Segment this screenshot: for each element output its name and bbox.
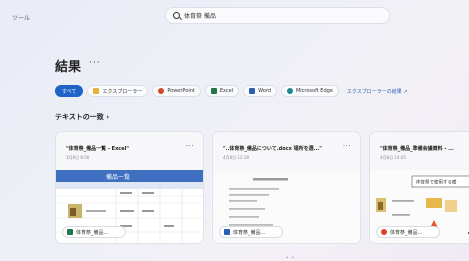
filter-excel[interactable]: Excel — [204, 85, 240, 97]
sheet-header: 備品一覧 — [106, 173, 130, 181]
filter-powerpoint-label: PowerPoint — [167, 88, 195, 94]
edge-icon — [286, 88, 293, 94]
search-box[interactable]: 体育祭 備品 — [165, 7, 390, 24]
powerpoint-icon — [381, 229, 387, 235]
card-date: 4月8日 12:18 — [223, 155, 249, 160]
text-matches-heading[interactable]: テキストの一致 › — [55, 112, 109, 122]
card-more-button[interactable]: ··· — [343, 142, 351, 150]
pill-label: 体育祭_備品... — [233, 229, 266, 236]
excel-icon — [67, 229, 73, 235]
card-more-button[interactable]: ··· — [186, 142, 194, 150]
filter-edge-label: Microsoft Edge — [295, 88, 333, 94]
filter-powerpoint[interactable]: PowerPoint — [152, 85, 201, 97]
filter-edge[interactable]: Microsoft Edge — [280, 85, 339, 97]
filter-bar: すべて エクスプローラー PowerPoint Excel Word Micro… — [55, 85, 408, 97]
file-location-pill[interactable]: 体育祭_備品... — [62, 226, 126, 238]
filter-all[interactable]: すべて — [55, 85, 84, 97]
file-location-pill[interactable]: 体育祭_備品... — [219, 226, 283, 238]
result-card-excel[interactable]: "体育祭_備品一覧 - Excel" 3月8日 8:56 ··· 備品一覧 体育… — [55, 131, 204, 244]
filter-explorer[interactable]: エクスプローラー — [87, 85, 149, 97]
results-more-button[interactable]: ··· — [89, 58, 101, 68]
filter-explorer-label: エクスプローラー — [102, 88, 143, 95]
powerpoint-icon — [158, 88, 165, 94]
folder-icon — [93, 88, 100, 94]
search-icon — [173, 12, 180, 19]
card-date: 4月8日 14:45 — [380, 155, 406, 160]
pill-label: 体育祭_備品... — [76, 229, 109, 236]
result-card-powerpoint[interactable]: "体育祭_備品_準備会議資料 - ... 4月8日 14:45 体育祭で使用する… — [369, 131, 469, 244]
results-title: 結果 — [55, 60, 82, 75]
explorer-results-link[interactable]: エクスプローラーの結果 ↗ — [347, 88, 408, 95]
card-title: "体育祭_備品一覧 - Excel" — [66, 146, 129, 152]
excel-icon — [210, 88, 217, 94]
word-icon — [249, 88, 256, 94]
slide-title: 体育祭で使用する備 — [416, 179, 457, 186]
result-card-word[interactable]: "..体育祭_備品について.docx 場所を選..." 4月8日 12:18 ·… — [212, 131, 361, 244]
filter-word-label: Word — [258, 88, 271, 94]
word-icon — [224, 229, 230, 235]
filter-word[interactable]: Word — [243, 85, 277, 97]
page-indicator: • • — [286, 255, 295, 260]
card-date: 3月8日 8:56 — [66, 155, 90, 160]
pill-label: 体育祭_備品... — [390, 229, 423, 236]
card-title: "..体育祭_備品について.docx 場所を選..." — [223, 146, 322, 152]
card-title: "体育祭_備品_準備会議資料 - ... — [380, 146, 454, 152]
filter-all-label: すべて — [62, 88, 77, 95]
file-location-pill[interactable]: 体育祭_備品... — [376, 226, 440, 238]
tools-label[interactable]: ツール — [12, 13, 30, 22]
filter-excel-label: Excel — [219, 88, 234, 94]
search-query[interactable]: 体育祭 備品 — [184, 11, 216, 20]
